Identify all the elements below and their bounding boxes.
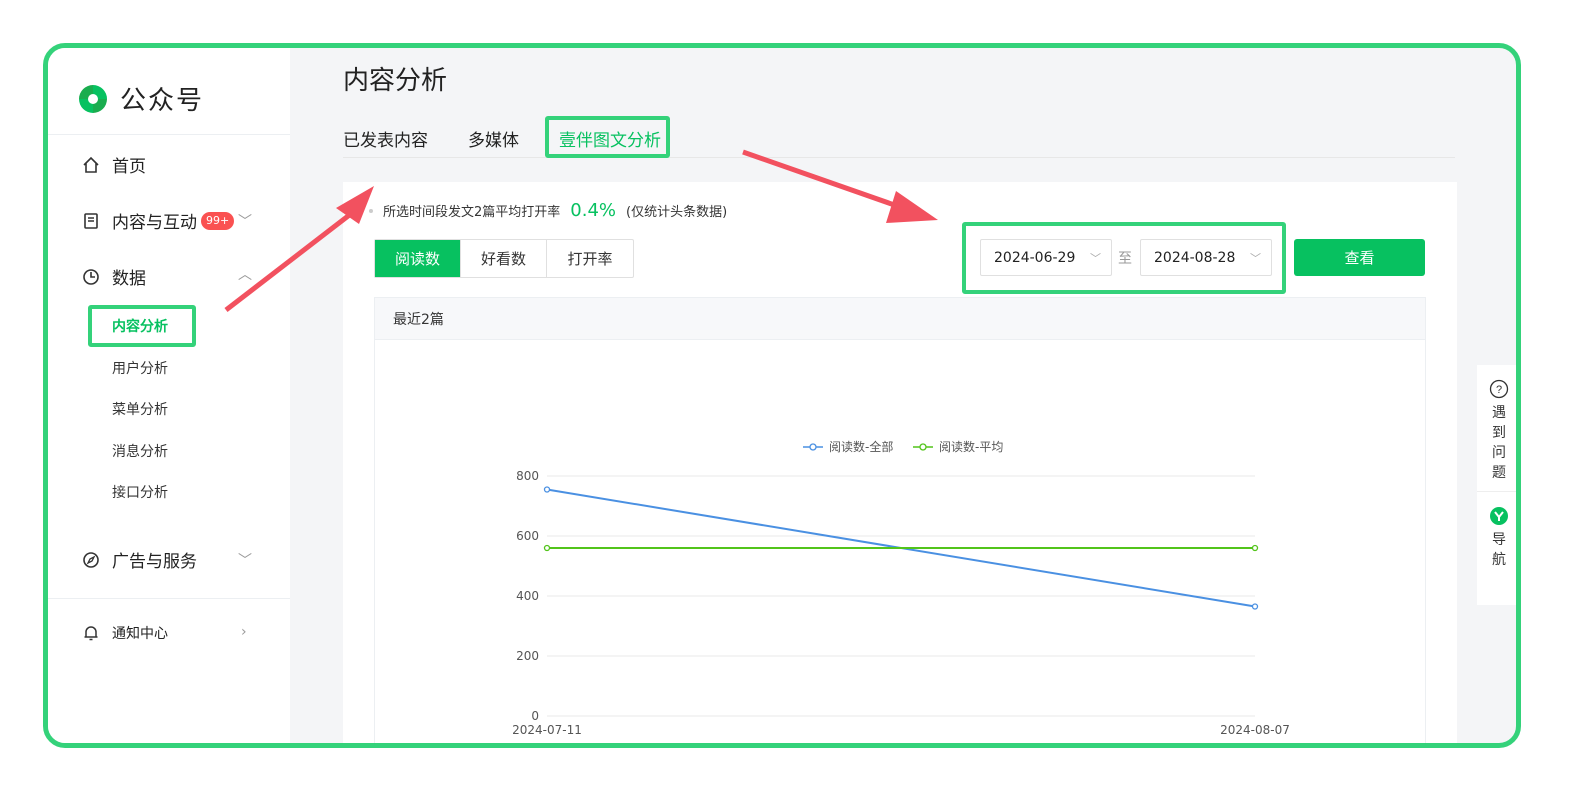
sidebar: 公众号 首页 内容与互动 99+ ﹀ 数据 ︿ 内容分析 用户分析 菜单分析 消…: [48, 48, 290, 743]
sidebar-subitem-api-analysis[interactable]: 接口分析: [112, 482, 168, 502]
query-button[interactable]: 查看: [1294, 239, 1425, 276]
logo-text: 公众号: [120, 86, 205, 116]
wechat-official-logo-icon: [79, 84, 107, 113]
summary-line: 所选时间段发文2篇平均打开率 0.4% (仅统计头条数据): [369, 200, 727, 221]
chevron-right-icon[interactable]: ›: [241, 624, 247, 640]
page-title: 内容分析: [343, 66, 448, 96]
x-tick-label: 2024-08-07: [1220, 723, 1290, 737]
data-point: [543, 486, 551, 493]
sidebar-subitem-message-analysis[interactable]: 消息分析: [112, 441, 168, 461]
tab-multimedia[interactable]: 多媒体: [468, 126, 519, 160]
sidebar-divider: [48, 598, 290, 599]
sidebar-item-content[interactable]: 内容与互动 99+: [82, 208, 235, 233]
sidebar-item-home[interactable]: 首页: [82, 152, 146, 177]
help-label-char: 到: [1492, 425, 1506, 441]
logo[interactable]: 公众号: [76, 80, 204, 117]
help-label: 遇到问题: [1492, 403, 1506, 483]
y-tick-label: 400: [516, 589, 539, 603]
pie-chart-icon: [82, 268, 100, 286]
sidebar-item-data[interactable]: 数据: [82, 264, 146, 289]
sidebar-item-label: 首页: [112, 157, 146, 177]
navigation-button[interactable]: 导航: [1477, 492, 1516, 570]
metric-likes-button[interactable]: 好看数: [461, 240, 547, 277]
y-tick-label: 600: [516, 529, 539, 543]
highlight-box-tab: [545, 116, 670, 158]
summary-prefix: 所选时间段发文2篇平均打开率: [383, 205, 561, 220]
sidebar-item-label: 通知中心: [112, 626, 168, 642]
svg-text:?: ?: [1496, 384, 1502, 396]
legend-label: 阅读数-平均: [939, 439, 1003, 454]
legend-label: 阅读数-全部: [829, 439, 893, 454]
bell-icon: [82, 624, 100, 642]
help-button[interactable]: ? 遇到问题: [1477, 365, 1516, 483]
notification-badge: 99+: [201, 211, 235, 230]
sidebar-item-label: 广告与服务: [112, 552, 197, 572]
help-label-char: 题: [1492, 465, 1506, 481]
highlight-box-date-range: [962, 222, 1286, 294]
chart-title: 最近2篇: [375, 298, 1425, 340]
app-frame: 公众号 首页 内容与互动 99+ ﹀ 数据 ︿ 内容分析 用户分析 菜单分析 消…: [43, 43, 1521, 748]
document-icon: [82, 212, 100, 230]
sidebar-divider: [48, 134, 290, 135]
bullet-dot: [369, 209, 373, 213]
sidebar-item-ads[interactable]: 广告与服务: [82, 547, 197, 572]
help-label-char: 问: [1492, 445, 1506, 461]
metric-reads-button[interactable]: 阅读数: [375, 240, 461, 277]
home-icon: [82, 156, 100, 174]
nav-label: 导航: [1492, 530, 1506, 570]
sidebar-subitem-menu-analysis[interactable]: 菜单分析: [112, 399, 168, 419]
y-tick-label: 200: [516, 649, 539, 663]
help-label-char: 遇: [1492, 405, 1506, 421]
analysis-card: 所选时间段发文2篇平均打开率 0.4% (仅统计头条数据) 阅读数 好看数 打开…: [343, 182, 1457, 743]
chevron-down-icon[interactable]: ﹀: [238, 211, 252, 231]
data-point: [543, 544, 551, 552]
chart-panel: 最近2篇 0 200 400 600 800 2024-07-11 2024-08-07 阅读…: [374, 297, 1426, 743]
sidebar-item-label: 数据: [112, 269, 146, 289]
legend-marker: [919, 443, 927, 451]
sidebar-subitem-user-analysis[interactable]: 用户分析: [112, 358, 168, 378]
question-circle-icon: ?: [1489, 379, 1509, 399]
data-point: [1251, 544, 1259, 552]
metric-open-rate-button[interactable]: 打开率: [547, 240, 633, 277]
sidebar-item-label: 内容与互动: [112, 213, 197, 233]
open-rate-value: 0.4%: [570, 200, 617, 221]
nav-label-char: 导: [1492, 532, 1506, 548]
summary-note: (仅统计头条数据): [626, 205, 728, 220]
data-point: [1251, 603, 1259, 610]
floating-helper: ? 遇到问题 导航: [1477, 365, 1516, 605]
tab-published[interactable]: 已发表内容: [343, 126, 428, 160]
highlight-box-content-analysis: [88, 305, 196, 347]
x-tick-label: 2024-07-11: [512, 723, 582, 737]
metric-switch: 阅读数 好看数 打开率: [374, 239, 634, 278]
nav-label-char: 航: [1492, 552, 1506, 568]
sidebar-item-notice[interactable]: 通知中心: [82, 623, 168, 643]
compass-icon: [82, 551, 100, 569]
tab-divider: [343, 157, 1455, 158]
y-tick-label: 0: [531, 709, 539, 723]
yiban-logo-icon: [1490, 507, 1508, 525]
line-chart: 0 200 400 600 800 2024-07-11 2024-08-07 阅读数-全部 阅…: [512, 439, 1290, 737]
chevron-down-icon[interactable]: ﹀: [238, 550, 252, 570]
legend-marker: [809, 443, 817, 451]
y-tick-label: 800: [516, 469, 539, 483]
chevron-up-icon[interactable]: ︿: [238, 264, 252, 284]
